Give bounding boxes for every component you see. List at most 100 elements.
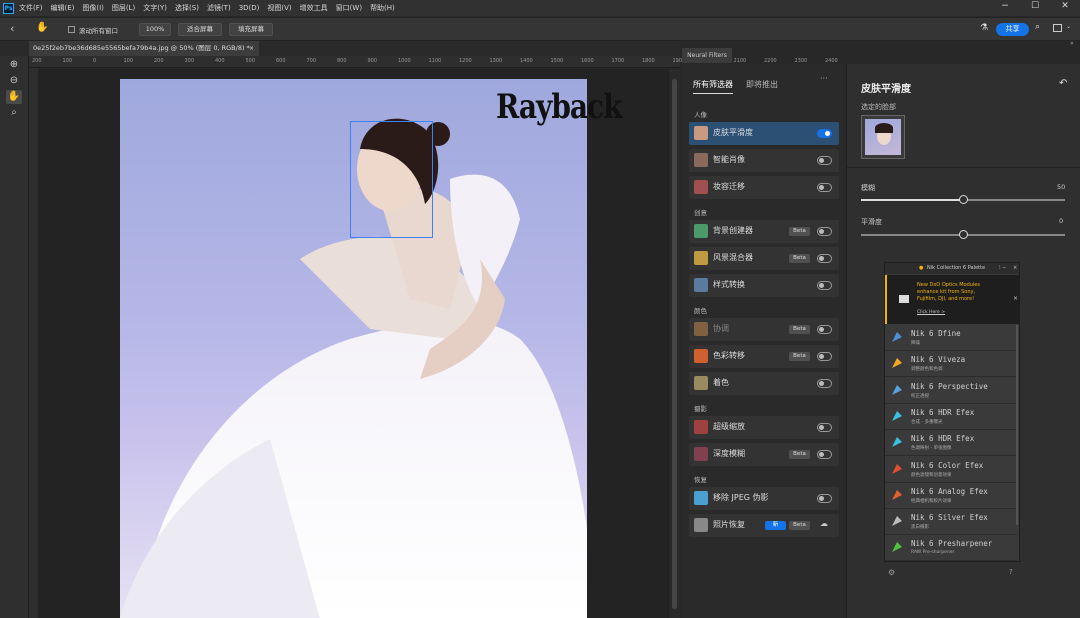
zoom-in-icon[interactable]: ⊕: [6, 58, 22, 72]
menu-item[interactable]: 帮助(H): [370, 4, 395, 12]
workspace-icon[interactable]: [1053, 24, 1062, 32]
menu-list: 文件(F) 编辑(E) 图像(I) 图层(L) 文字(Y) 选择(S) 滤镜(T) 3D(D)…: [19, 3, 403, 13]
filter-thumbnail-icon: [694, 126, 708, 140]
flask-icon[interactable]: ⚗: [980, 23, 988, 33]
menu-item[interactable]: 增效工具: [300, 4, 328, 12]
menu-item[interactable]: 视图(V): [267, 4, 291, 12]
menu-item[interactable]: 编辑(E): [51, 4, 75, 12]
beta-badge: Beta: [789, 325, 810, 334]
filter-toggle[interactable]: [817, 352, 832, 361]
smoothness-slider-handle[interactable]: [958, 230, 968, 239]
filter-toggle[interactable]: [817, 183, 832, 192]
more-options-icon[interactable]: ···: [820, 74, 828, 83]
filter-label: 移除 JPEG 伪影: [713, 493, 769, 502]
menu-item[interactable]: 窗口(W): [336, 4, 362, 12]
menu-item[interactable]: 滤镜(T): [207, 4, 231, 12]
filter-toggle[interactable]: [817, 254, 832, 263]
close-icon[interactable]: ×: [249, 41, 254, 56]
help-icon[interactable]: ?: [1009, 568, 1013, 576]
back-arrow-icon[interactable]: ‹: [10, 22, 14, 35]
fill-screen-button[interactable]: 填充屏幕: [229, 23, 273, 36]
filter-label: 照片恢复: [713, 520, 745, 529]
close-icon[interactable]: ✕: [1050, 0, 1080, 16]
minimize-icon[interactable]: −: [990, 0, 1020, 16]
canvas-scrollbar[interactable]: [670, 69, 680, 618]
close-icon[interactable]: ×: [1013, 263, 1017, 274]
filter-item[interactable]: 协调 Beta: [689, 318, 839, 341]
filter-item[interactable]: 深度模糊 Beta: [689, 443, 839, 466]
filter-toggle[interactable]: [817, 494, 832, 503]
search-icon[interactable]: ⌕: [1035, 22, 1040, 32]
filter-item[interactable]: 妆容迁移: [689, 176, 839, 199]
filter-item[interactable]: 皮肤平滑度: [689, 122, 839, 145]
zoom-out-icon[interactable]: ⊖: [6, 74, 22, 88]
filter-thumbnail-icon: [694, 447, 708, 461]
filter-item[interactable]: 照片恢复 新 Beta ☁: [689, 514, 839, 537]
nik-tool-item[interactable]: Nik 6 Color Efex 颜色滤镜和创意效果: [885, 457, 1017, 483]
nik-tool-item[interactable]: Nik 6 Presharpener RAW Pre-sharpener: [885, 535, 1017, 562]
cloud-download-icon[interactable]: ☁: [820, 519, 828, 528]
document-tab[interactable]: 0e25f2eb7be36d685e5565befa79b4a.jpg @ 50…: [29, 41, 259, 56]
filter-item[interactable]: 着色: [689, 372, 839, 395]
filter-item[interactable]: 色彩转移 Beta: [689, 345, 839, 368]
nik-tool-item[interactable]: Nik 6 HDR Efex 色调映射 - 单张图像: [885, 430, 1017, 457]
menu-item[interactable]: 3D(D): [239, 4, 260, 12]
selected-face-thumbnail[interactable]: [861, 115, 905, 159]
ruler-tick-label: 700: [306, 58, 317, 64]
nik-promo-banner[interactable]: New DxO Optics Modules enhance kit from …: [885, 275, 1019, 324]
menu-item[interactable]: 选择(S): [175, 4, 199, 12]
tab-all-filters[interactable]: 所有筛选器: [693, 79, 733, 94]
face-selection-box[interactable]: [350, 121, 433, 238]
filter-toggle[interactable]: [817, 423, 832, 432]
share-button[interactable]: 共享: [996, 23, 1029, 36]
nik-tool-name: Nik 6 Silver Efex: [911, 513, 988, 523]
filter-toggle[interactable]: [817, 379, 832, 388]
tab-coming-soon[interactable]: 即将推出: [746, 79, 778, 90]
nik-tool-subtitle: 黑白摄影: [911, 525, 929, 531]
hand-tool-icon[interactable]: ✋: [36, 22, 48, 33]
nik-tool-item[interactable]: Nik 6 Perspective 校正透视: [885, 378, 1017, 404]
settings-icon[interactable]: ⚙: [888, 568, 895, 577]
hand-tool-icon[interactable]: ✋: [6, 90, 22, 104]
nik-tool-item[interactable]: Nik 6 HDR Efex 合成 - 多重曝光: [885, 404, 1017, 430]
filter-toggle[interactable]: [817, 129, 832, 138]
zoom-100-button[interactable]: 100%: [139, 23, 171, 36]
chevron-down-icon[interactable]: ⌄: [1066, 23, 1071, 30]
nik-tool-name: Nik 6 Viveza: [911, 355, 966, 365]
filter-label: 样式转换: [713, 280, 745, 289]
filter-toggle[interactable]: [817, 450, 832, 459]
filter-toggle[interactable]: [817, 227, 832, 236]
nik-tool-item[interactable]: Nik 6 Dfine 降噪: [885, 325, 1017, 351]
filter-item[interactable]: 智能肖像: [689, 149, 839, 172]
close-icon[interactable]: ×: [1013, 295, 1018, 302]
filter-item[interactable]: 超级缩放: [689, 416, 839, 439]
menu-item[interactable]: 文字(Y): [143, 4, 167, 12]
search-icon[interactable]: ⌕: [6, 106, 22, 120]
nik-tool-item[interactable]: Nik 6 Silver Efex 黑白摄影: [885, 509, 1017, 536]
nik-tool-item[interactable]: Nik 6 Viveza 调整颜色和色调: [885, 351, 1017, 378]
collapse-icon[interactable]: »: [1070, 40, 1074, 47]
menu-icon[interactable]: ⁝ −: [999, 263, 1006, 274]
promo-link[interactable]: Click Here >: [917, 310, 945, 315]
menu-item[interactable]: 文件(F): [19, 4, 43, 12]
nik-tool-item[interactable]: Nik 6 Analog Efex 经典相机和胶片效果: [885, 483, 1017, 509]
fit-screen-button[interactable]: 适合屏幕: [178, 23, 222, 36]
filter-toggle[interactable]: [817, 156, 832, 165]
menu-item[interactable]: 图像(I): [82, 4, 104, 12]
menu-item[interactable]: 图层(L): [112, 4, 135, 12]
filter-label: 皮肤平滑度: [713, 128, 753, 137]
nik-logo-icon: ●: [919, 265, 924, 271]
neural-filters-tab[interactable]: Neural Filters: [682, 48, 732, 63]
scroll-all-checkbox[interactable]: [68, 26, 75, 33]
filter-list-panel: 所有筛选器 即将推出 ··· 人像 皮肤平滑度 智能肖像 妆容迁移 创意 背景创建器 Bet…: [682, 64, 846, 618]
tools-panel: » ⊕ ⊖ ✋ ⌕: [0, 41, 29, 618]
filter-item[interactable]: 移除 JPEG 伪影: [689, 487, 839, 510]
filter-item[interactable]: 样式转换: [689, 274, 839, 297]
filter-toggle[interactable]: [817, 281, 832, 290]
maximize-icon[interactable]: ☐: [1020, 0, 1050, 16]
filter-item[interactable]: 背景创建器 Beta: [689, 220, 839, 243]
blur-slider-handle[interactable]: [958, 195, 968, 204]
filter-toggle[interactable]: [817, 325, 832, 334]
filter-item[interactable]: 风景混合器 Beta: [689, 247, 839, 270]
reset-icon[interactable]: ↶: [1059, 78, 1067, 89]
